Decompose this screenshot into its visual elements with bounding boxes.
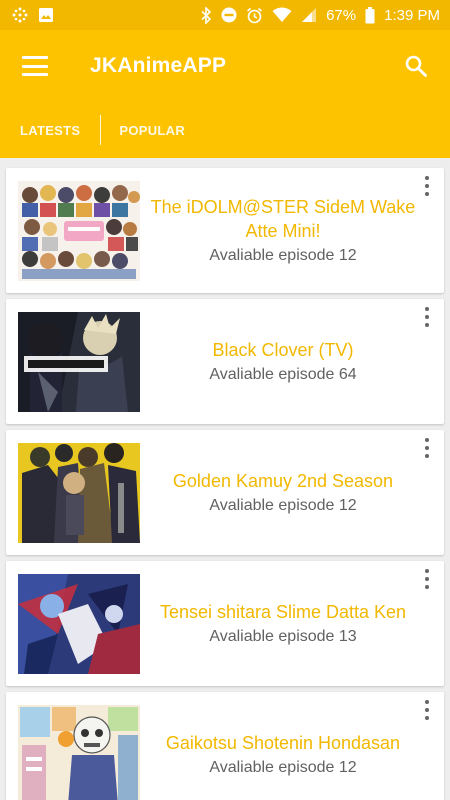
anime-card-text: Golden Kamuy 2nd Season Avaliable episod… [140, 469, 444, 517]
anime-card[interactable]: Black Clover (TV) Avaliable episode 64 [6, 299, 444, 424]
anime-thumbnail [18, 573, 140, 674]
anime-card-text: The iDOLM@STER SideM Wake Atte Mini! Ava… [140, 195, 444, 267]
anime-episode: Avaliable episode 12 [209, 246, 357, 264]
anime-episode: Avaliable episode 12 [209, 496, 357, 514]
anime-thumbnail [18, 311, 140, 412]
clock: 1:39 PM [384, 6, 440, 24]
anime-card[interactable]: Gaikotsu Shotenin Hondasan Avaliable epi… [6, 692, 444, 800]
anime-title: Gaikotsu Shotenin Hondasan [165, 732, 401, 753]
menu-line [22, 56, 48, 59]
hamburger-menu-icon[interactable] [22, 56, 48, 76]
do-not-disturb-icon [221, 7, 237, 23]
alarm-icon [246, 7, 263, 24]
app-bar: JKAnimeAPP LATESTS POPULAR [0, 30, 450, 158]
battery-percent: 67% [326, 6, 357, 24]
anime-card-text: Black Clover (TV) Avaliable episode 64 [140, 338, 444, 386]
app-title: JKAnimeAPP [90, 54, 227, 77]
more-options-icon[interactable] [420, 698, 434, 722]
anime-card-text: Tensei shitara Slime Datta Ken Avaliable… [140, 600, 444, 648]
status-left [12, 7, 54, 23]
tab-popular[interactable]: POPULAR [101, 102, 205, 158]
anime-title: The iDOLM@STER SideM Wake Atte Mini! [150, 196, 416, 241]
anime-thumbnail [18, 180, 140, 281]
anime-episode: Avaliable episode 12 [209, 758, 357, 776]
anime-title: Golden Kamuy 2nd Season [172, 470, 394, 491]
search-icon[interactable] [402, 52, 430, 80]
status-right: 67% 1:39 PM [200, 6, 440, 24]
battery-icon [365, 6, 375, 24]
tab-bar: LATESTS POPULAR [0, 102, 450, 158]
more-options-icon[interactable] [420, 174, 434, 198]
anime-list: The iDOLM@STER SideM Wake Atte Mini! Ava… [0, 158, 450, 800]
bluetooth-icon [200, 6, 212, 24]
anime-episode: Avaliable episode 64 [209, 365, 357, 383]
menu-line [22, 73, 48, 76]
image-icon [38, 7, 54, 23]
anime-card-text: Gaikotsu Shotenin Hondasan Avaliable epi… [140, 731, 444, 779]
anime-card[interactable]: Golden Kamuy 2nd Season Avaliable episod… [6, 430, 444, 555]
wifi-icon [272, 7, 292, 23]
anime-title: Tensei shitara Slime Datta Ken [159, 601, 407, 622]
more-options-icon[interactable] [420, 305, 434, 329]
anime-episode: Avaliable episode 13 [209, 627, 357, 645]
toolbar: JKAnimeAPP [0, 30, 450, 102]
status-bar: 67% 1:39 PM [0, 0, 450, 30]
anime-thumbnail [18, 704, 140, 800]
tab-latests[interactable]: LATESTS [0, 102, 100, 158]
signal-icon [301, 7, 317, 23]
more-options-icon[interactable] [420, 436, 434, 460]
anime-card[interactable]: Tensei shitara Slime Datta Ken Avaliable… [6, 561, 444, 686]
more-options-icon[interactable] [420, 567, 434, 591]
anime-title: Black Clover (TV) [212, 339, 354, 360]
menu-line [22, 64, 48, 68]
anime-thumbnail [18, 442, 140, 543]
grid-dots-icon [12, 7, 28, 23]
anime-card[interactable]: The iDOLM@STER SideM Wake Atte Mini! Ava… [6, 168, 444, 293]
